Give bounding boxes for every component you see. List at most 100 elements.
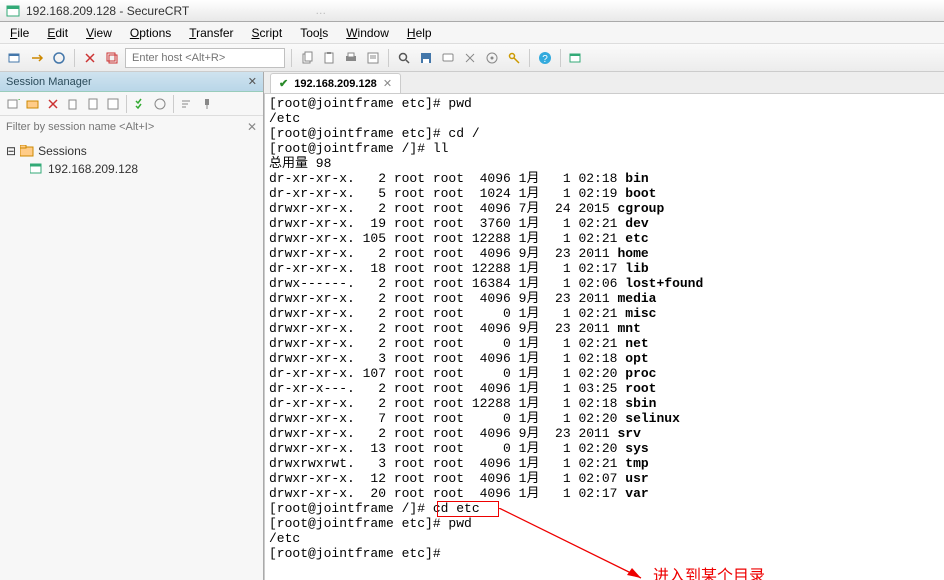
terminal-line: drwxr-xr-x. 3 root root 4096 1月 1 02:18 … xyxy=(269,351,940,366)
menu-options[interactable]: Options xyxy=(130,26,171,40)
toolbar-properties-icon[interactable] xyxy=(364,49,382,67)
app-icon xyxy=(6,4,20,18)
toolbar-chat-icon[interactable] xyxy=(439,49,457,67)
toolbar-reconnect-icon[interactable] xyxy=(50,49,68,67)
settings-icon[interactable] xyxy=(151,95,169,113)
session-manager-panel: Session Manager ✕ + ✕ ⊟ Sessions xyxy=(0,72,264,580)
toolbar-print-icon[interactable] xyxy=(342,49,360,67)
tree-session-label: 192.168.209.128 xyxy=(48,162,138,176)
copy-session-icon[interactable] xyxy=(64,95,82,113)
terminal-line: drwxr-xr-x. 2 root root 4096 9月 23 2011 … xyxy=(269,246,940,261)
folder-icon xyxy=(20,145,34,157)
new-folder-icon[interactable] xyxy=(24,95,42,113)
session-filter-input[interactable] xyxy=(6,121,243,133)
toolbar-help-icon[interactable]: ? xyxy=(536,49,554,67)
host-input[interactable] xyxy=(125,48,285,68)
terminal-line: drwxr-xr-x. 105 root root 12288 1月 1 02:… xyxy=(269,231,940,246)
terminal-line: drwxr-xr-x. 19 root root 3760 1月 1 02:21… xyxy=(269,216,940,231)
svg-text:+: + xyxy=(18,97,20,104)
toolbar-connect-icon[interactable] xyxy=(6,49,24,67)
toolbar-separator xyxy=(560,49,561,67)
terminal-line: drwxr-xr-x. 2 root root 0 1月 1 02:21 mis… xyxy=(269,306,940,321)
terminal-line: drwxr-xr-x. 13 root root 0 1月 1 02:20 sy… xyxy=(269,441,940,456)
annotation-label: 进入到某个目录 xyxy=(653,569,765,580)
toolbar-stop-icon[interactable] xyxy=(461,49,479,67)
background-window-hint: … xyxy=(315,5,326,17)
pin-icon[interactable] xyxy=(198,95,216,113)
terminal-line: drwxrwxrwt. 3 root root 4096 1月 1 02:21 … xyxy=(269,456,940,471)
menu-window[interactable]: Window xyxy=(346,26,389,40)
terminal-line: drwxr-xr-x. 12 root root 4096 1月 1 02:07… xyxy=(269,471,940,486)
menu-tools[interactable]: Tools xyxy=(300,26,328,40)
terminal-line: drwxr-xr-x. 2 root root 4096 9月 23 2011 … xyxy=(269,426,940,441)
terminal-line: [root@jointframe etc]# cd / xyxy=(269,126,940,141)
menu-view[interactable]: View xyxy=(86,26,112,40)
toolbar-separator xyxy=(529,49,530,67)
toolbar-session-icon[interactable] xyxy=(567,49,585,67)
toolbar-find-icon[interactable] xyxy=(395,49,413,67)
tree-root-label: Sessions xyxy=(38,144,87,158)
menu-help[interactable]: Help xyxy=(407,26,432,40)
toolbar-key-icon[interactable] xyxy=(505,49,523,67)
terminal-line: drwxr-xr-x. 2 root root 4096 9月 23 2011 … xyxy=(269,291,940,306)
toolbar-options-icon[interactable] xyxy=(483,49,501,67)
sort-icon[interactable] xyxy=(178,95,196,113)
tree-root-sessions[interactable]: ⊟ Sessions xyxy=(6,142,257,160)
delete-icon[interactable] xyxy=(44,95,62,113)
properties-icon[interactable] xyxy=(104,95,122,113)
toolbar-save-icon[interactable] xyxy=(417,49,435,67)
terminal-line: dr-xr-x---. 2 root root 4096 1月 1 03:25 … xyxy=(269,381,940,396)
main-toolbar: ? xyxy=(0,44,944,72)
toolbar-separator xyxy=(388,49,389,67)
connected-check-icon: ✔ xyxy=(279,77,288,90)
session-tab[interactable]: ✔ 192.168.209.128 ✕ xyxy=(270,73,401,93)
terminal-line: drwxr-xr-x. 2 root root 4096 7月 24 2015 … xyxy=(269,201,940,216)
terminal-line: /etc xyxy=(269,111,940,126)
terminal-output[interactable]: [root@jointframe etc]# pwd/etc[root@join… xyxy=(264,94,944,580)
close-session-manager-button[interactable]: ✕ xyxy=(248,75,257,88)
clear-filter-icon[interactable]: ✕ xyxy=(247,120,257,134)
toolbar-reconnect-all-icon[interactable] xyxy=(103,49,121,67)
checklist-icon[interactable] xyxy=(131,95,149,113)
tree-session-node[interactable]: 192.168.209.128 xyxy=(6,160,257,178)
toolbar-paste-icon[interactable] xyxy=(320,49,338,67)
terminal-line: dr-xr-xr-x. 2 root root 12288 1月 1 02:18… xyxy=(269,396,940,411)
terminal-line: dr-xr-xr-x. 18 root root 12288 1月 1 02:1… xyxy=(269,261,940,276)
terminal-line: [root@jointframe /]# cd etc xyxy=(269,501,940,516)
collapse-icon: ⊟ xyxy=(6,144,16,158)
terminal-line: dr-xr-xr-x. 107 root root 0 1月 1 02:20 p… xyxy=(269,366,940,381)
tab-strip: ✔ 192.168.209.128 ✕ xyxy=(264,72,944,94)
terminal-panel: ✔ 192.168.209.128 ✕ [root@jointframe etc… xyxy=(264,72,944,580)
tab-label: 192.168.209.128 xyxy=(294,78,377,90)
toolbar-disconnect-icon[interactable] xyxy=(81,49,99,67)
terminal-line: 总用量 98 xyxy=(269,156,940,171)
toolbar-quick-connect-icon[interactable] xyxy=(28,49,46,67)
paste-session-icon[interactable] xyxy=(84,95,102,113)
terminal-line: [root@jointframe etc]# xyxy=(269,546,940,561)
session-filter: ✕ xyxy=(0,116,263,138)
session-tree: ⊟ Sessions 192.168.209.128 xyxy=(0,138,263,182)
terminal-line: dr-xr-xr-x. 2 root root 4096 1月 1 02:18 … xyxy=(269,171,940,186)
menu-edit[interactable]: Edit xyxy=(47,26,68,40)
window-title: 192.168.209.128 - SecureCRT xyxy=(26,4,189,18)
toolbar-separator xyxy=(291,49,292,67)
session-manager-titlebar: Session Manager ✕ xyxy=(0,72,263,92)
session-icon xyxy=(30,163,44,175)
session-manager-title: Session Manager xyxy=(6,76,92,88)
svg-text:?: ? xyxy=(542,54,548,65)
menu-file[interactable]: File xyxy=(10,26,29,40)
title-bar: 192.168.209.128 - SecureCRT … xyxy=(0,0,944,22)
toolbar-separator xyxy=(173,95,174,113)
menu-script[interactable]: Script xyxy=(252,26,283,40)
terminal-line: drwxr-xr-x. 20 root root 4096 1月 1 02:17… xyxy=(269,486,940,501)
menu-transfer[interactable]: Transfer xyxy=(189,26,233,40)
toolbar-copy-icon[interactable] xyxy=(298,49,316,67)
new-session-icon[interactable]: + xyxy=(4,95,22,113)
terminal-line: [root@jointframe etc]# pwd xyxy=(269,516,940,531)
terminal-line: [root@jointframe /]# ll xyxy=(269,141,940,156)
terminal-line: drwx------. 2 root root 16384 1月 1 02:06… xyxy=(269,276,940,291)
close-tab-icon[interactable]: ✕ xyxy=(383,77,392,90)
menu-bar: File Edit View Options Transfer Script T… xyxy=(0,22,944,44)
toolbar-separator xyxy=(74,49,75,67)
terminal-line: drwxr-xr-x. 2 root root 0 1月 1 02:21 net xyxy=(269,336,940,351)
